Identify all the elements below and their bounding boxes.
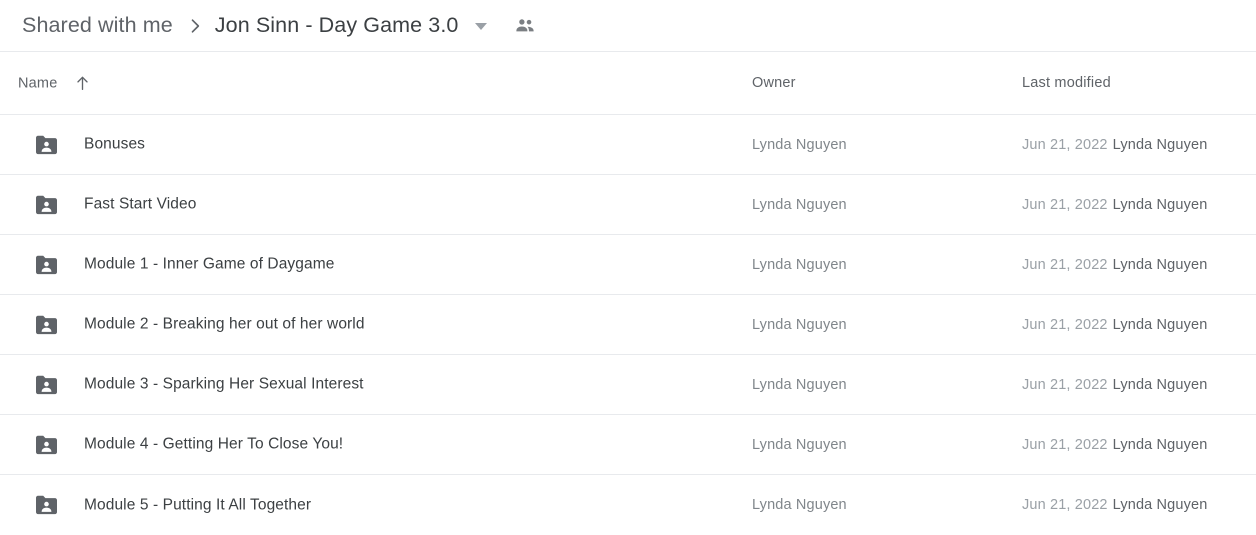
table-row[interactable]: Module 3 - Sparking Her Sexual Interest … [0, 355, 1256, 415]
shared-folder-icon [36, 135, 57, 154]
row-last-modified: Jun 21, 2022 Lynda Nguyen [1022, 377, 1207, 393]
column-header-owner[interactable]: Owner [752, 75, 796, 91]
row-modified-date: Jun 21, 2022 [1022, 256, 1108, 273]
table-row[interactable]: Module 1 - Inner Game of Daygame Lynda N… [0, 235, 1256, 295]
row-modified-by: Lynda Nguyen [1112, 136, 1208, 153]
row-name-label: Module 1 - Inner Game of Daygame [84, 255, 335, 273]
row-modified-date: Jun 21, 2022 [1022, 436, 1108, 453]
row-name-cell: Module 2 - Breaking her out of her world [36, 315, 365, 334]
row-modified-by: Lynda Nguyen [1112, 196, 1208, 213]
row-modified-date: Jun 21, 2022 [1022, 196, 1108, 213]
table-row[interactable]: Module 5 - Putting It All Together Lynda… [0, 475, 1256, 535]
row-owner: Lynda Nguyen [752, 136, 847, 153]
row-modified-date: Jun 21, 2022 [1022, 136, 1108, 153]
row-owner: Lynda Nguyen [752, 497, 847, 513]
shared-folder-icon [36, 375, 57, 394]
row-name-cell: Module 4 - Getting Her To Close You! [36, 435, 343, 454]
row-name-cell: Module 5 - Putting It All Together [36, 495, 312, 515]
shared-folder-icon [36, 255, 57, 274]
row-name-label: Module 5 - Putting It All Together [84, 496, 312, 513]
row-modified-date: Jun 21, 2022 [1022, 316, 1108, 333]
row-name-cell: Module 1 - Inner Game of Daygame [36, 255, 334, 274]
row-last-modified: Jun 21, 2022 Lynda Nguyen [1022, 257, 1207, 273]
breadcrumb-current-folder[interactable]: Jon Sinn - Day Game 3.0 [215, 13, 459, 38]
row-modified-date: Jun 21, 2022 [1022, 497, 1108, 513]
row-last-modified: Jun 21, 2022 Lynda Nguyen [1022, 437, 1207, 453]
row-name-label: Bonuses [84, 135, 146, 153]
row-modified-by: Lynda Nguyen [1112, 376, 1208, 393]
row-owner: Lynda Nguyen [752, 196, 847, 213]
row-last-modified: Jun 21, 2022 Lynda Nguyen [1022, 317, 1207, 333]
row-owner: Lynda Nguyen [752, 256, 847, 273]
row-name-cell: Bonuses [36, 135, 145, 154]
row-owner: Lynda Nguyen [752, 316, 847, 333]
row-owner: Lynda Nguyen [752, 436, 847, 453]
row-last-modified: Jun 21, 2022 Lynda Nguyen [1022, 137, 1207, 153]
row-name-label: Module 3 - Sparking Her Sexual Interest [84, 375, 364, 393]
table-row[interactable]: Fast Start Video Lynda Nguyen Jun 21, 20… [0, 175, 1256, 235]
table-row[interactable]: Module 4 - Getting Her To Close You! Lyn… [0, 415, 1256, 475]
row-last-modified: Jun 21, 2022 Lynda Nguyen [1022, 497, 1207, 513]
column-header-last-modified[interactable]: Last modified [1022, 75, 1111, 91]
row-modified-by: Lynda Nguyen [1112, 316, 1208, 333]
row-last-modified: Jun 21, 2022 Lynda Nguyen [1022, 197, 1207, 213]
row-modified-date: Jun 21, 2022 [1022, 376, 1108, 393]
people-icon[interactable] [512, 13, 538, 39]
breadcrumb-parent-shared-with-me[interactable]: Shared with me [22, 13, 173, 38]
row-name-cell: Fast Start Video [36, 195, 196, 214]
shared-folder-icon [36, 315, 57, 334]
row-name-cell: Module 3 - Sparking Her Sexual Interest [36, 375, 364, 394]
row-modified-by: Lynda Nguyen [1112, 436, 1208, 453]
column-header-row: Name Owner Last modified [0, 52, 1256, 115]
shared-folder-icon [36, 495, 57, 515]
row-owner: Lynda Nguyen [752, 376, 847, 393]
file-list: Bonuses Lynda Nguyen Jun 21, 2022 Lynda N… [0, 115, 1256, 535]
table-row[interactable]: Bonuses Lynda Nguyen Jun 21, 2022 Lynda N… [0, 115, 1256, 175]
row-name-label: Fast Start Video [84, 195, 197, 213]
column-header-name-label: Name [18, 75, 58, 91]
arrow-up-icon[interactable] [73, 74, 92, 93]
row-name-label: Module 4 - Getting Her To Close You! [84, 435, 344, 453]
chevron-down-icon[interactable] [472, 17, 490, 35]
shared-folder-icon [36, 195, 57, 214]
table-row[interactable]: Module 2 - Breaking her out of her world… [0, 295, 1256, 355]
row-modified-by: Lynda Nguyen [1112, 497, 1208, 513]
breadcrumb: Shared with me Jon Sinn - Day Game 3.0 [0, 0, 1256, 52]
column-header-name[interactable]: Name [18, 74, 92, 93]
chevron-right-icon [185, 16, 205, 36]
row-name-label: Module 2 - Breaking her out of her world [84, 315, 365, 333]
shared-folder-icon [36, 435, 57, 454]
row-modified-by: Lynda Nguyen [1112, 256, 1208, 273]
